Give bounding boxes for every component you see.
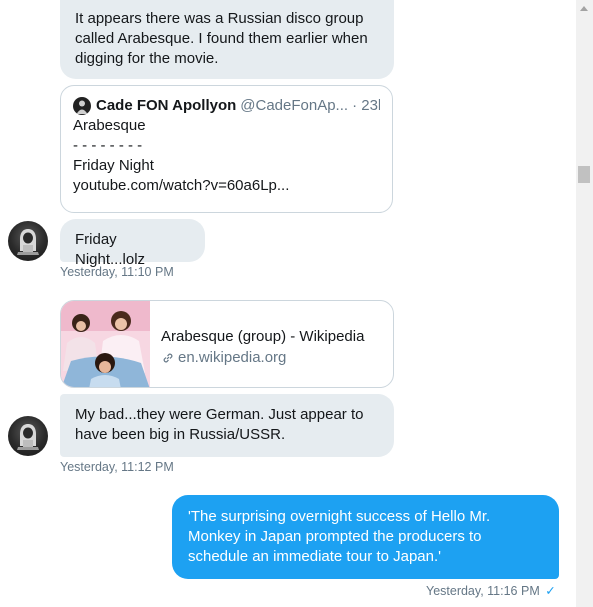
quoted-tweet-line: Arabesque	[73, 117, 146, 134]
message-text: Friday Night...lolz	[75, 231, 146, 268]
link-preview-text: Arabesque (group) - Wikipedia en.wikiped…	[150, 301, 364, 387]
quoted-author-handle: @CadeFonAp...	[240, 97, 349, 114]
link-preview-title: Arabesque (group) - Wikipedia	[161, 328, 365, 345]
avatar[interactable]	[8, 416, 48, 456]
hooded-figure-avatar-icon	[17, 424, 39, 450]
scrollbar[interactable]	[576, 0, 593, 607]
link-icon	[163, 353, 173, 362]
link-preview-domain: en.wikipedia.org	[178, 349, 287, 366]
scroll-up-arrow-icon[interactable]	[580, 6, 588, 11]
link-preview-image	[61, 301, 150, 387]
message-timestamp: Yesterday, 11:16 PM	[426, 584, 540, 598]
message-thread: It appears there was a Russian disco gro…	[0, 0, 576, 607]
message-text: 'The surprising overnight success of Hel…	[188, 508, 491, 565]
message-bubble[interactable]: Friday Night...lolz	[60, 219, 205, 268]
quoted-tweet-card[interactable]: Cade FON Apollyon @CadeFonAp... · 23h Ar…	[60, 85, 393, 213]
quoted-tweet-line: Friday Night	[73, 157, 154, 174]
message-bubble[interactable]: It appears there was a Russian disco gro…	[60, 0, 394, 79]
message-timestamp: Yesterday, 11:12 PM	[60, 460, 174, 474]
quoted-tweet-time: · 23h	[352, 97, 380, 114]
avatar[interactable]	[8, 221, 48, 261]
message-bubble[interactable]: My bad...they were German. Just appear t…	[60, 394, 394, 457]
message-timestamp: Yesterday, 11:10 PM	[60, 265, 174, 279]
read-check-icon: ✓	[545, 584, 556, 598]
scrollbar-thumb[interactable]	[578, 166, 590, 183]
link-preview-card[interactable]: Arabesque (group) - Wikipedia en.wikiped…	[60, 300, 394, 388]
quoted-tweet-link[interactable]: youtube.com/watch?v=60a6Lp...	[73, 176, 380, 196]
message-text: My bad...they were German. Just appear t…	[75, 406, 364, 443]
message-text: It appears there was a Russian disco gro…	[75, 10, 368, 67]
quoted-author-name: Cade FON Apollyon	[96, 97, 237, 114]
outgoing-message-meta: Yesterday, 11:16 PM ✓	[426, 583, 556, 598]
quoted-tweet-line: - - - - - - - -	[73, 137, 143, 154]
link-preview-url-row: en.wikipedia.org	[161, 347, 364, 368]
outgoing-message-bubble[interactable]: 'The surprising overnight success of Hel…	[172, 495, 559, 579]
hooded-figure-avatar-icon	[17, 229, 39, 255]
quoted-tweet-header: Cade FON Apollyon @CadeFonAp... · 23h	[73, 96, 380, 116]
quoted-author-avatar	[73, 97, 91, 115]
